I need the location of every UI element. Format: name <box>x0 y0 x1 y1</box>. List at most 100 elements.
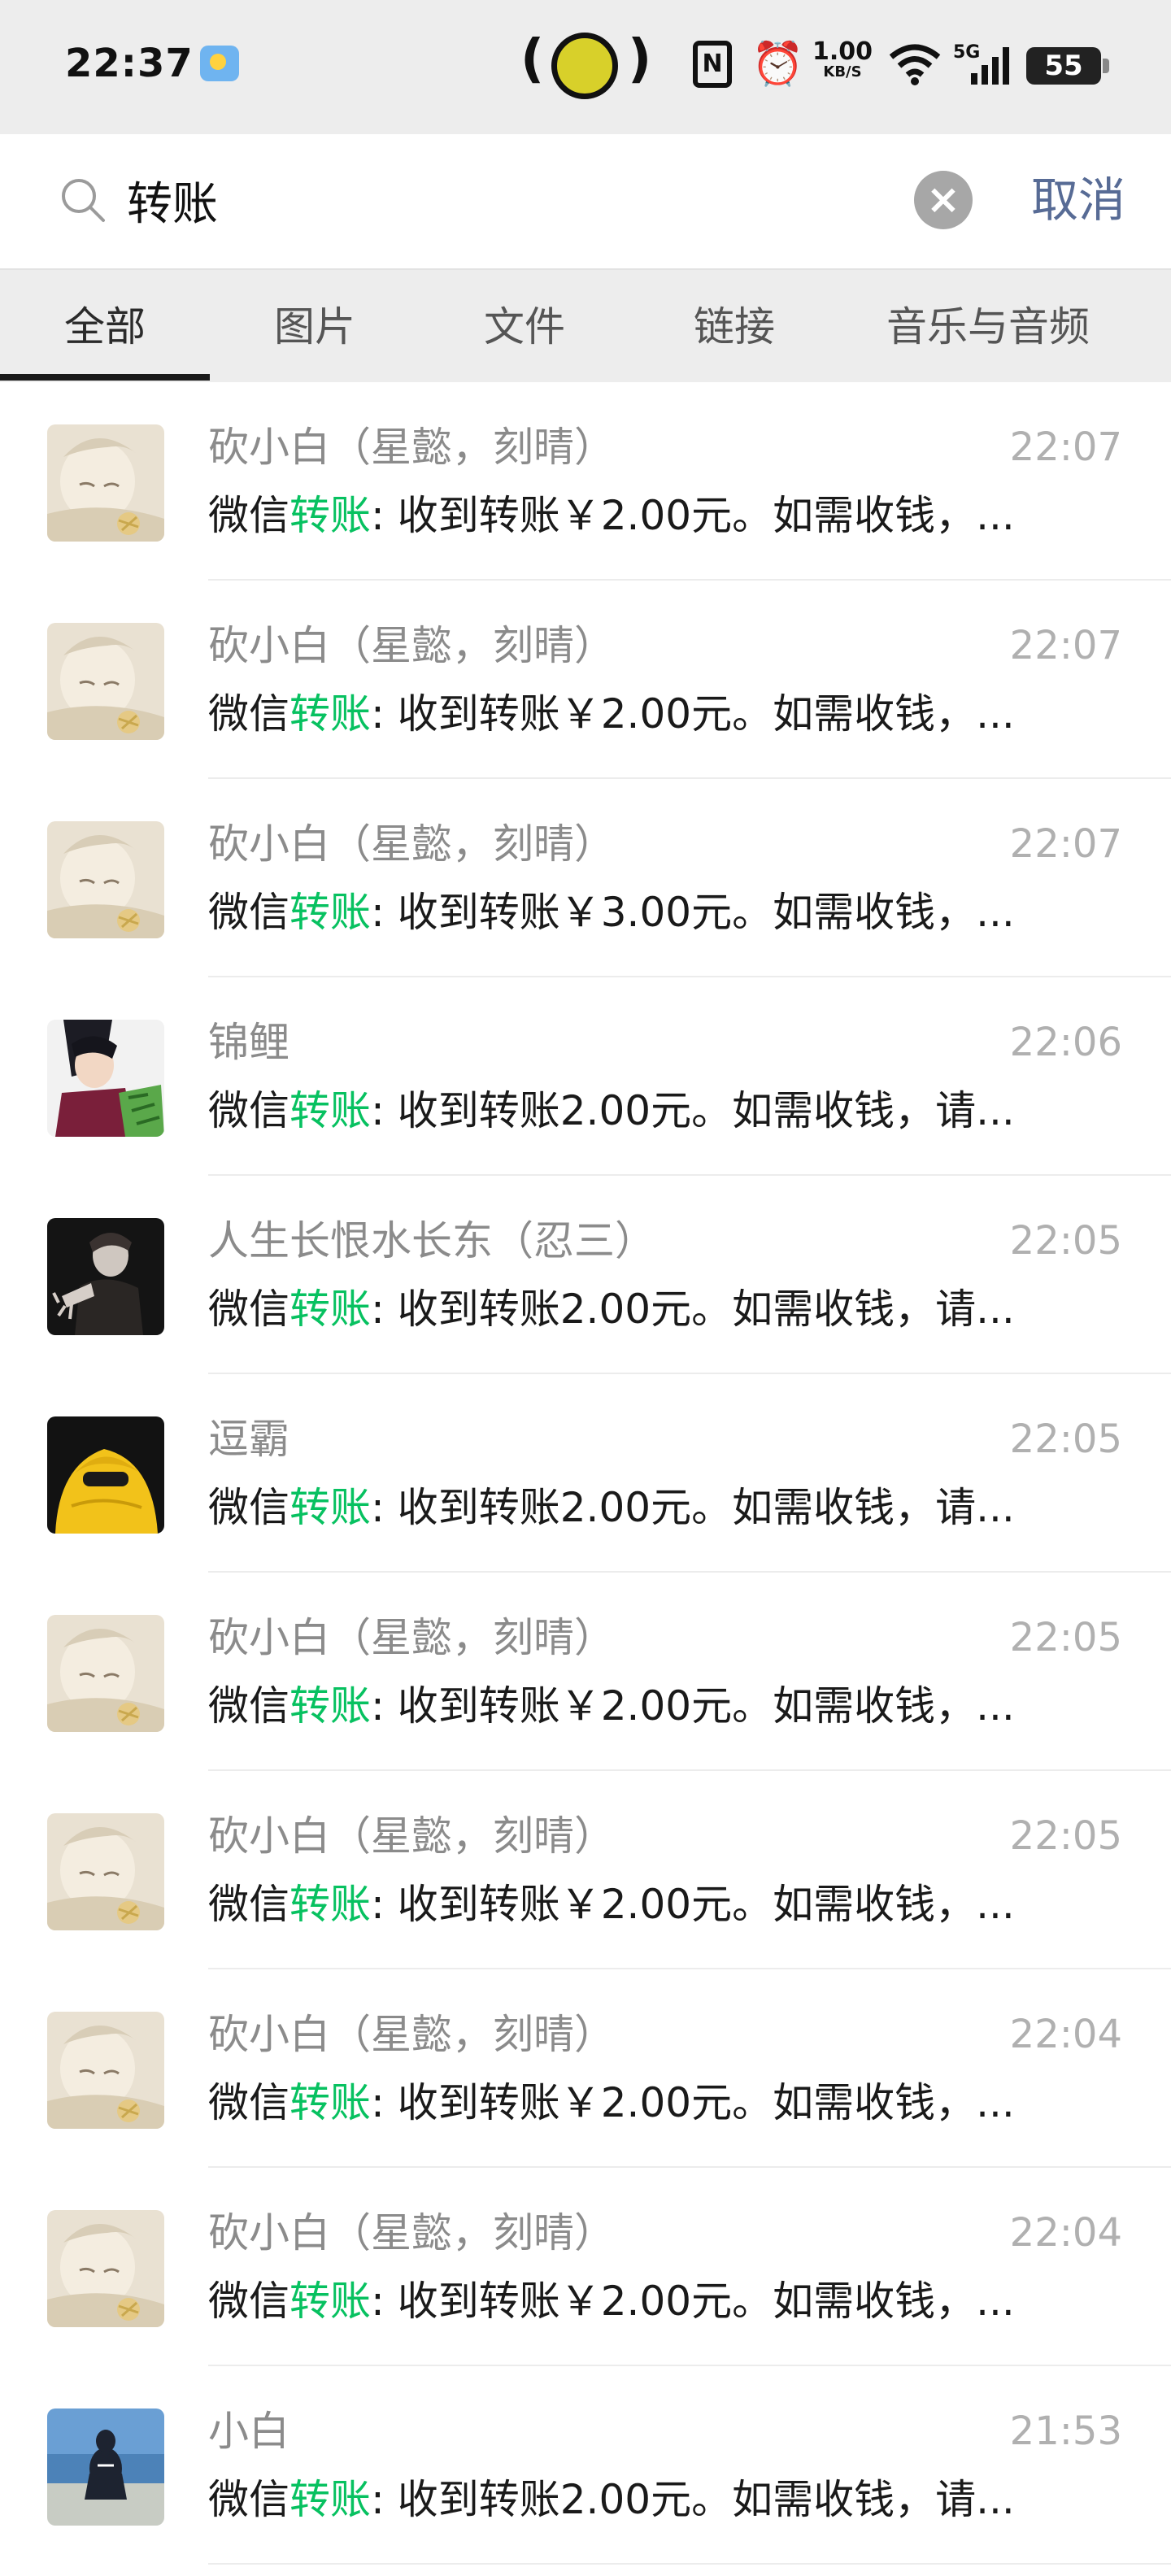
message-preview: 微信转账: 收到转账2.00元。如需收钱，请... <box>208 1283 1046 1335</box>
message-time: 22:05 <box>1009 1615 1122 1660</box>
keyword-highlight: 转账 <box>289 1087 371 1134</box>
network-speed: 1.00 KB/S <box>810 40 875 88</box>
avatar <box>47 821 164 938</box>
search-bar[interactable]: × <box>36 153 1002 247</box>
search-result-row[interactable]: 小白 21:53 微信转账: 收到转账2.00元。如需收钱，请... <box>0 2366 1171 2565</box>
message-prefix: 微信 <box>208 1286 289 1333</box>
tab-files[interactable]: 文件 <box>420 301 629 353</box>
message-time: 22:05 <box>1009 1218 1122 1264</box>
message-preview: 微信转账: 收到转账￥2.00元。如需收钱，... <box>208 688 1046 740</box>
message-prefix: 微信 <box>208 690 289 738</box>
tab-all[interactable]: 全部 <box>0 301 210 353</box>
active-tab-indicator <box>0 374 210 381</box>
search-icon <box>62 179 105 222</box>
search-result-row[interactable]: 砍小白（星懿，刻晴） 22:04 微信转账: 收到转账￥2.00元。如需收钱，... <box>0 2168 1171 2366</box>
contact-name: 人生长恨水长东（忍三） <box>208 1217 655 1264</box>
message-prefix: 微信 <box>208 492 289 539</box>
message-suffix: : 收到转账2.00元。如需收钱，请... <box>371 1484 1015 1531</box>
message-preview: 微信转账: 收到转账2.00元。如需收钱，请... <box>208 1482 1046 1534</box>
battery-icon: 55 <box>1026 47 1109 85</box>
keyword-highlight: 转账 <box>289 889 371 936</box>
avatar <box>47 1416 164 1534</box>
message-suffix: : 收到转账￥2.00元。如需收钱，... <box>371 2079 1015 2126</box>
contact-name: 砍小白（星懿，刻晴） <box>208 1812 615 1860</box>
avatar <box>47 2210 164 2327</box>
status-bar: 22:37 ( ) N ⏰ 1.00 KB/S 5G 55 <box>0 0 1171 134</box>
message-prefix: 微信 <box>208 1881 289 1928</box>
tab-links[interactable]: 链接 <box>629 301 839 353</box>
message-time: 22:07 <box>1009 623 1122 668</box>
search-result-row[interactable]: 砍小白（星懿，刻晴） 22:07 微信转账: 收到转账￥3.00元。如需收钱，... <box>0 779 1171 977</box>
contact-name: 小白 <box>208 2408 289 2455</box>
message-prefix: 微信 <box>208 1484 289 1531</box>
message-time: 22:05 <box>1009 1416 1122 1462</box>
recording-indicator-icon: ( ) <box>520 29 651 99</box>
message-suffix: : 收到转账￥3.00元。如需收钱，... <box>371 889 1015 936</box>
search-input[interactable] <box>127 171 859 229</box>
search-result-row[interactable]: 人生长恨水长东（忍三） 22:05 微信转账: 收到转账2.00元。如需收钱，请..… <box>0 1176 1171 1374</box>
message-time: 22:04 <box>1009 2210 1122 2256</box>
message-preview: 微信转账: 收到转账￥2.00元。如需收钱，... <box>208 2275 1046 2327</box>
search-result-row[interactable]: 逗霸 22:05 微信转账: 收到转账2.00元。如需收钱，请... <box>0 1374 1171 1573</box>
message-prefix: 微信 <box>208 2278 289 2325</box>
avatar <box>47 1218 164 1335</box>
contact-name: 砍小白（星懿，刻晴） <box>208 622 615 669</box>
status-time: 22:37 <box>65 41 194 86</box>
search-results-list: 砍小白（星懿，刻晴） 22:07 微信转账: 收到转账￥2.00元。如需收钱，...… <box>0 382 1171 2576</box>
message-preview: 微信转账: 收到转账￥2.00元。如需收钱，... <box>208 2077 1046 2129</box>
weather-icon <box>200 46 239 81</box>
avatar <box>47 2408 164 2526</box>
alarm-icon: ⏰ <box>751 40 804 89</box>
cancel-button[interactable]: 取消 <box>1031 168 1125 233</box>
keyword-highlight: 转账 <box>289 2079 371 2126</box>
filter-tabs: 全部 图片 文件 链接 音乐与音频 <box>0 268 1171 382</box>
battery-level: 55 <box>1044 50 1083 82</box>
tab-music-audio[interactable]: 音乐与音频 <box>839 301 1137 353</box>
avatar <box>47 424 164 542</box>
keyword-highlight: 转账 <box>289 2476 371 2523</box>
nfc-icon: N <box>693 41 732 88</box>
wifi-icon <box>888 41 945 88</box>
search-result-row[interactable]: 砍小白（星懿，刻晴） 22:05 微信转账: 收到转账￥2.00元。如需收钱，... <box>0 1771 1171 1969</box>
avatar <box>47 1020 164 1137</box>
contact-name: 砍小白（星懿，刻晴） <box>208 1614 615 1661</box>
message-time: 21:53 <box>1009 2408 1122 2454</box>
message-preview: 微信转账: 收到转账￥2.00元。如需收钱，... <box>208 1878 1046 1930</box>
search-result-row[interactable]: 砍小白（星懿，刻晴） 22:05 微信转账: 收到转账￥2.00元。如需收钱，... <box>0 1573 1171 1771</box>
contact-name: 逗霸 <box>208 1416 289 1463</box>
message-suffix: : 收到转账￥2.00元。如需收钱，... <box>371 492 1015 539</box>
search-result-row[interactable]: 砍小白（星懿，刻晴） 22:04 微信转账: 收到转账￥2.00元。如需收钱，... <box>0 1969 1171 2168</box>
avatar <box>47 623 164 740</box>
keyword-highlight: 转账 <box>289 1484 371 1531</box>
message-suffix: : 收到转账￥2.00元。如需收钱，... <box>371 1682 1015 1730</box>
message-time: 22:07 <box>1009 821 1122 867</box>
keyword-highlight: 转账 <box>289 492 371 539</box>
keyword-highlight: 转账 <box>289 2278 371 2325</box>
message-prefix: 微信 <box>208 889 289 936</box>
message-suffix: : 收到转账2.00元。如需收钱，请... <box>371 1286 1015 1333</box>
message-time: 22:06 <box>1009 1020 1122 1065</box>
contact-name: 砍小白（星懿，刻晴） <box>208 820 615 868</box>
message-suffix: : 收到转账￥2.00元。如需收钱，... <box>371 690 1015 738</box>
network-speed-value: 1.00 <box>812 37 873 66</box>
message-prefix: 微信 <box>208 2476 289 2523</box>
message-prefix: 微信 <box>208 1087 289 1134</box>
contact-name: 砍小白（星懿，刻晴） <box>208 2011 615 2058</box>
search-result-row[interactable]: 砍小白（星懿，刻晴） 22:07 微信转账: 收到转账￥2.00元。如需收钱，... <box>0 581 1171 779</box>
keyword-highlight: 转账 <box>289 690 371 738</box>
search-result-row[interactable]: 锦鲤 22:06 微信转账: 收到转账2.00元。如需收钱，请... <box>0 977 1171 1176</box>
message-prefix: 微信 <box>208 2079 289 2126</box>
message-time: 22:04 <box>1009 2012 1122 2057</box>
message-time: 22:07 <box>1009 424 1122 470</box>
avatar <box>47 1615 164 1732</box>
tab-images[interactable]: 图片 <box>210 301 420 353</box>
message-preview: 微信转账: 收到转账2.00元。如需收钱，请... <box>208 1085 1046 1137</box>
clear-search-icon[interactable]: × <box>914 171 973 229</box>
contact-name: 砍小白（星懿，刻晴） <box>208 424 615 471</box>
message-preview: 微信转账: 收到转账￥2.00元。如需收钱，... <box>208 1680 1046 1732</box>
message-prefix: 微信 <box>208 1682 289 1730</box>
message-preview: 微信转账: 收到转账￥3.00元。如需收钱，... <box>208 886 1046 938</box>
row-divider <box>208 2563 1171 2565</box>
message-time: 22:05 <box>1009 1813 1122 1859</box>
search-result-row[interactable]: 砍小白（星懿，刻晴） 22:07 微信转账: 收到转账￥2.00元。如需收钱，... <box>0 382 1171 581</box>
